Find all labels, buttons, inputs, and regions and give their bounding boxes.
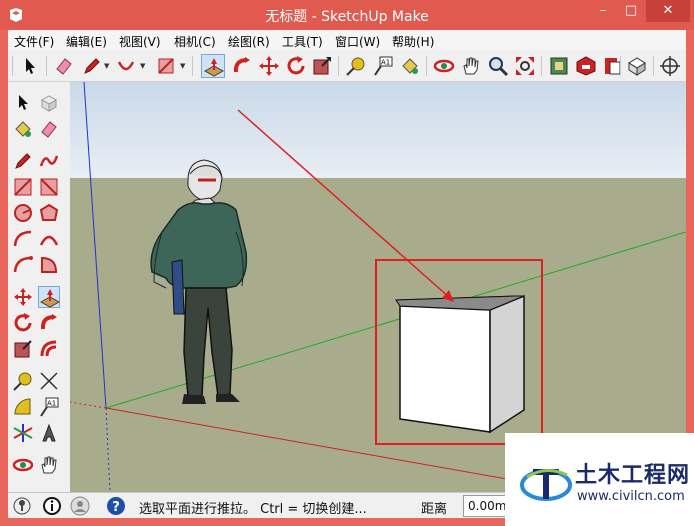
orbit-icon[interactable] [432,54,456,78]
sky [70,82,686,178]
component-icon[interactable] [38,92,60,114]
close-button[interactable]: ✕ [646,0,690,22]
axes-icon[interactable] [12,422,34,444]
menu-view[interactable]: 视图(V) [119,33,161,50]
offset-icon[interactable] [38,338,60,360]
components-icon[interactable] [625,54,649,78]
toolbar-divider [426,56,427,76]
svg-text:?: ? [112,500,120,515]
help-icon[interactable]: ? [106,496,126,516]
shapes-icon[interactable] [154,54,178,78]
watermark: 土木工程网 www.civilcn.com [505,433,694,526]
minimize-button[interactable]: – [590,0,616,22]
model-viewport[interactable] [70,82,686,492]
title-bar: 无标题 - SketchUp Make – □ ✕ [0,0,694,30]
dimension-icon[interactable] [38,370,60,392]
push-pull-icon[interactable] [201,54,225,78]
chevron-down-icon[interactable]: ▼ [140,62,145,70]
zoom-extents-icon[interactable] [513,54,537,78]
paint-bucket-icon[interactable] [12,118,34,140]
status-hint: 选取平面进行推拉。 Ctrl = 切换创建... [139,502,367,517]
text-icon[interactable]: A1 [38,396,60,418]
civilcn-logo [519,455,573,505]
circle-icon[interactable] [12,202,34,224]
box-model[interactable] [395,294,525,434]
geo-location-icon[interactable] [12,496,32,516]
svg-text:A1: A1 [47,400,56,408]
rotate-icon[interactable] [12,312,34,334]
user-icon[interactable] [70,496,90,516]
pan-icon[interactable] [38,454,60,476]
text-icon[interactable]: A1 [371,54,395,78]
eraser-icon[interactable] [38,118,60,140]
follow-me-icon[interactable] [230,54,254,78]
watermark-url: www.civilcn.com [577,489,685,504]
zoom-icon[interactable] [486,54,510,78]
line-icon[interactable] [12,150,34,172]
watermark-title: 土木工程网 [575,463,691,488]
tape-measure-icon[interactable] [12,370,34,392]
menu-file[interactable]: 文件(F) [14,33,54,50]
menu-window[interactable]: 窗口(W) [335,33,380,50]
three-point-arc-icon[interactable] [12,254,34,276]
svg-text:A1: A1 [381,59,390,67]
eraser-icon[interactable] [52,54,76,78]
maximize-button[interactable]: □ [618,0,644,22]
left-toolbar: A1 [8,82,70,492]
tape-measure-icon[interactable] [344,54,368,78]
pan-icon[interactable] [459,54,483,78]
toolbar-divider [541,56,542,76]
main-toolbar: ▼ ▼ ▼ A1 [8,50,686,82]
menu-help[interactable]: 帮助(H) [392,33,434,50]
menu-edit[interactable]: 编辑(E) [66,33,107,50]
extension-warehouse-icon[interactable] [574,54,598,78]
two-point-arc-icon[interactable] [38,228,60,250]
freehand-icon[interactable] [38,150,60,172]
toolbar-divider [620,56,621,76]
scale-icon[interactable] [310,54,334,78]
select-icon[interactable] [12,92,34,114]
rectangle-icon[interactable] [12,176,34,198]
menu-camera[interactable]: 相机(C) [174,33,216,50]
paint-bucket-icon[interactable] [398,54,422,78]
toolbar-divider [192,56,193,76]
toolbar-divider [338,56,339,76]
info-icon[interactable] [42,496,62,516]
arc-icon[interactable] [114,54,138,78]
pie-icon[interactable] [38,254,60,276]
push-pull-icon[interactable] [38,286,61,308]
move-icon[interactable] [257,54,281,78]
scale-icon[interactable] [12,338,34,360]
select-icon[interactable] [18,54,42,78]
toolbar-divider [46,56,47,76]
rotate-icon[interactable] [284,54,308,78]
arc-icon[interactable] [12,228,34,250]
pencil-icon[interactable] [80,54,104,78]
move-icon[interactable] [12,286,34,308]
menu-draw[interactable]: 绘图(R) [228,33,270,50]
3d-text-icon[interactable] [38,422,60,444]
measurements-label: 距离 [421,502,448,517]
follow-me-icon[interactable] [38,312,60,334]
chevron-down-icon[interactable]: ▼ [104,62,109,70]
polygon-icon[interactable] [38,202,60,224]
toolbar-divider [12,56,13,76]
protractor-icon[interactable] [12,396,34,418]
menu-bar: 文件(F) 编辑(E) 视图(V) 相机(C) 绘图(R) 工具(T) 窗口(W… [8,30,686,50]
chevron-down-icon[interactable]: ▼ [180,62,185,70]
rotated-rectangle-icon[interactable] [38,176,60,198]
toolbar-divider [653,56,654,76]
warehouse-icon[interactable] [547,54,571,78]
menu-tools[interactable]: 工具(T) [282,33,323,50]
orbit-icon[interactable] [12,454,34,476]
axes-icon[interactable] [658,54,682,78]
